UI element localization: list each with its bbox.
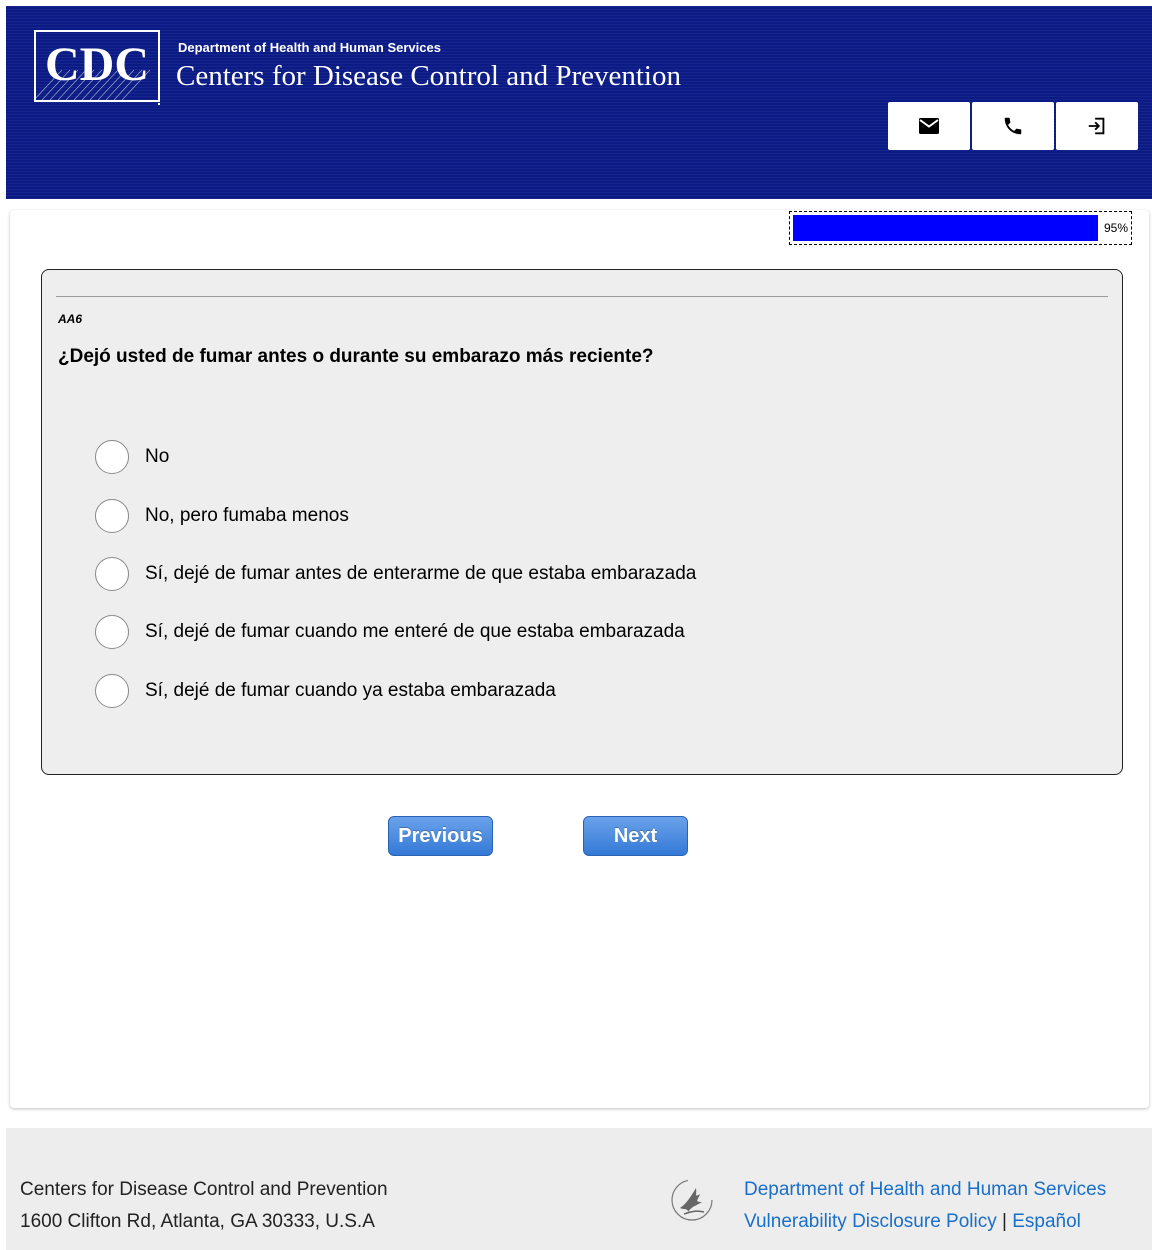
email-button[interactable] <box>888 102 970 150</box>
vulnerability-policy-link[interactable]: Vulnerability Disclosure Policy <box>744 1211 997 1232</box>
radio-button[interactable] <box>95 557 129 591</box>
phone-button[interactable] <box>972 102 1054 150</box>
divider <box>56 296 1108 297</box>
progress-label: 95% <box>1103 221 1128 235</box>
progress-bar: 95% <box>789 211 1132 245</box>
hhs-link[interactable]: Department of Health and Human Services <box>744 1179 1106 1200</box>
espanol-link[interactable]: Español <box>1012 1211 1081 1232</box>
next-button[interactable]: Next <box>583 816 688 856</box>
logo-text: CDC <box>45 38 149 91</box>
option-no-smoked-less[interactable]: No, pero fumaba menos <box>95 499 349 533</box>
option-quit-before-knowing[interactable]: Sí, dejé de fumar antes de enterarme de … <box>95 557 696 591</box>
option-no[interactable]: No <box>95 440 169 474</box>
question-text: ¿Dejó usted de fumar antes o durante su … <box>58 346 654 367</box>
option-quit-when-found-out[interactable]: Sí, dejé de fumar cuando me enteré de qu… <box>95 615 685 649</box>
logout-icon <box>1088 117 1105 135</box>
question-panel: AA6 ¿Dejó usted de fumar antes o durante… <box>41 269 1123 775</box>
option-label: Sí, dejé de fumar cuando me enteré de qu… <box>145 621 685 642</box>
progress-fill <box>793 215 1098 241</box>
footer-address: 1600 Clifton Rd, Atlanta, GA 30333, U.S.… <box>20 1211 375 1232</box>
logout-button[interactable] <box>1056 102 1138 150</box>
utility-toolbar <box>888 102 1138 150</box>
site-header: CDC Department of Health and Human Servi… <box>6 6 1152 199</box>
radio-button[interactable] <box>95 440 129 474</box>
option-label: Sí, dejé de fumar cuando ya estaba embar… <box>145 680 556 701</box>
cdc-logo[interactable]: CDC <box>34 30 160 108</box>
phone-icon <box>1004 117 1022 135</box>
option-label: Sí, dejé de fumar antes de enterarme de … <box>145 563 697 584</box>
department-name: Department of Health and Human Services <box>178 40 441 55</box>
radio-button[interactable] <box>95 615 129 649</box>
radio-button[interactable] <box>95 499 129 533</box>
site-footer: Centers for Disease Control and Preventi… <box>6 1128 1152 1250</box>
radio-button[interactable] <box>95 674 129 708</box>
footer-address-block: Centers for Disease Control and Preventi… <box>20 1174 388 1238</box>
footer-org-name: Centers for Disease Control and Preventi… <box>20 1179 388 1200</box>
option-label: No <box>145 446 170 467</box>
link-separator: | <box>1002 1211 1007 1232</box>
option-label: No, pero fumaba menos <box>145 505 349 526</box>
hhs-eagle-icon <box>671 1179 713 1221</box>
email-icon <box>919 118 939 134</box>
agency-name: Centers for Disease Control and Preventi… <box>176 60 681 92</box>
question-code: AA6 <box>58 312 83 326</box>
footer-links: Department of Health and Human Services … <box>744 1174 1106 1238</box>
previous-button[interactable]: Previous <box>388 816 493 856</box>
option-quit-while-pregnant[interactable]: Sí, dejé de fumar cuando ya estaba embar… <box>95 674 556 708</box>
